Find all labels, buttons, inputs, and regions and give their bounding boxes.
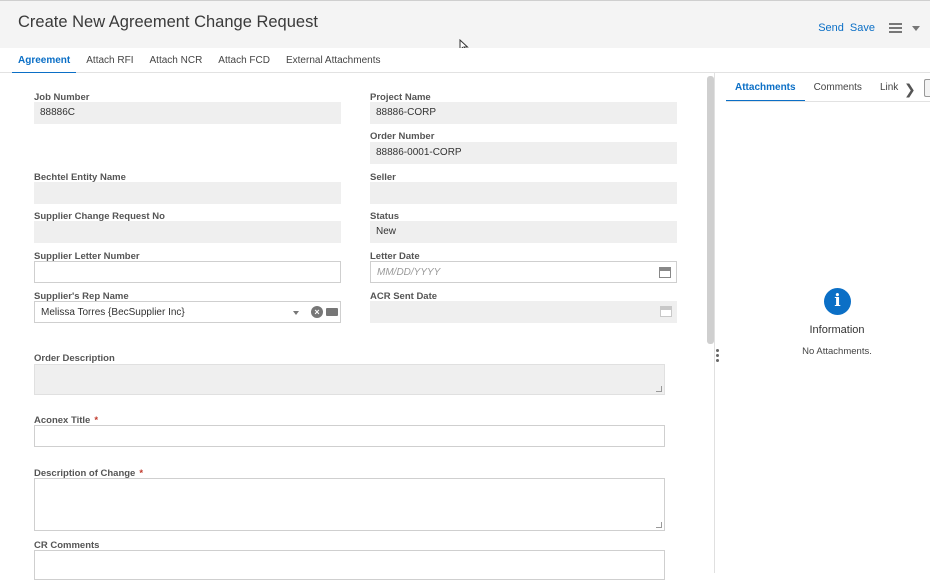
order-description-label: Order Description [34, 353, 115, 364]
job-number-field: 88886C [34, 102, 341, 124]
acr-sent-date-field [370, 301, 677, 323]
tab-comments[interactable]: Comments [805, 75, 871, 101]
status-field: New [370, 221, 677, 243]
supplier-change-request-no-field [34, 221, 341, 243]
send-button[interactable]: Send [818, 22, 844, 34]
seller-field [370, 182, 677, 204]
resize-handle-icon [656, 386, 662, 392]
order-number-label: Order Number [370, 131, 435, 142]
save-button[interactable]: Save [850, 22, 875, 34]
tab-external-attachments[interactable]: External Attachments [280, 48, 387, 73]
side-panel-tabs: Attachments Comments Link [726, 75, 907, 102]
description-of-change-textarea[interactable] [34, 478, 665, 531]
order-number-field: 88886-0001-CORP [370, 142, 677, 164]
expand-panel-icon[interactable] [924, 79, 930, 97]
suppliers-rep-name-value: Melissa Torres {BecSupplier Inc} [41, 307, 185, 318]
no-attachments-message: No Attachments. [802, 346, 872, 357]
cr-comments-textarea[interactable] [34, 550, 665, 580]
chevron-down-icon[interactable] [293, 311, 299, 315]
tab-bar: Agreement Attach RFI Attach NCR Attach F… [0, 48, 930, 74]
side-panel-tab-divider [726, 101, 930, 102]
aconex-title-input[interactable] [34, 425, 665, 447]
letter-date-placeholder: MM/DD/YYYY [377, 267, 441, 278]
calendar-icon[interactable] [659, 267, 671, 278]
panel-divider [714, 73, 715, 573]
header-bar: Create New Agreement Change Request Send… [0, 0, 930, 53]
clear-icon[interactable]: × [311, 306, 323, 318]
chevron-right-icon[interactable]: ❯ [904, 81, 916, 98]
splitter-handle-icon[interactable] [716, 349, 720, 365]
tab-agreement[interactable]: Agreement [12, 48, 77, 74]
info-title: Information [809, 324, 865, 336]
resize-handle-icon[interactable] [656, 522, 662, 528]
header-actions: Send Save [818, 22, 920, 34]
calendar-icon [660, 306, 672, 317]
chevron-down-icon[interactable] [912, 25, 920, 31]
tab-attach-ncr[interactable]: Attach NCR [144, 48, 209, 73]
tab-attach-fcd[interactable]: Attach FCD [212, 48, 276, 73]
page-title: Create New Agreement Change Request [18, 13, 318, 31]
info-icon: i [824, 288, 851, 315]
tab-attachments[interactable]: Attachments [726, 75, 805, 102]
hamburger-menu-icon[interactable] [889, 23, 902, 33]
project-name-field: 88886-CORP [370, 102, 677, 124]
letter-date-input[interactable]: MM/DD/YYYY [370, 261, 677, 283]
lookup-icon[interactable] [326, 308, 338, 316]
tab-attach-rfi[interactable]: Attach RFI [80, 48, 139, 73]
suppliers-rep-name-select[interactable]: Melissa Torres {BecSupplier Inc} × [34, 301, 341, 323]
form-scrollbar[interactable] [707, 76, 714, 344]
bechtel-entity-name-field [34, 182, 341, 204]
tab-link[interactable]: Link [871, 75, 907, 101]
supplier-letter-number-input[interactable] [34, 261, 341, 283]
order-description-textarea [34, 364, 665, 395]
